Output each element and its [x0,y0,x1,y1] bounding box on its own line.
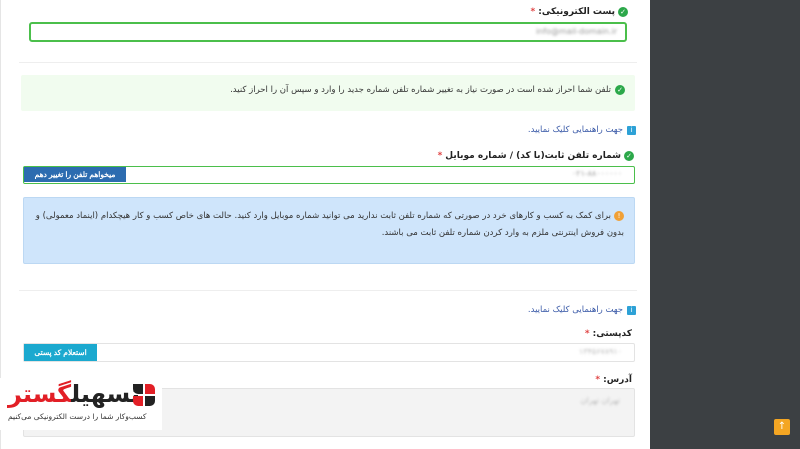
check-circle-icon: ✓ [624,151,634,161]
mobile-info-alert: !برای کمک به کسب و کارهای خرد در صورتی ک… [23,197,635,264]
info-alert-line2: بدون فروش اینترنتی ملزم به وارد کردن شما… [381,228,624,238]
info-alert-line1: برای کمک به کسب و کارهای خرد در صورتی که… [35,211,611,221]
brand-logo: تسهیلگستر کسب‌وکار شما را درست الکترونیک… [0,378,162,430]
logo-tagline: کسب‌وکار شما را درست الکترونیکی می‌کنیم [8,412,147,421]
logo-mark-icon [133,384,155,406]
guide-link[interactable]: i جهت راهنمایی کلیک نمایید. [528,125,636,135]
arrow-up-icon[interactable]: ↑ [774,419,790,435]
info-icon: i [627,305,636,315]
email-value: info@mail-domain.ir [535,27,617,36]
postal-inquiry-button[interactable]: استعلام کد پستی [24,344,97,361]
logo-wordmark: تسهیلگستر [8,380,140,408]
change-phone-button[interactable]: میخواهم تلفن را تغییر دهم [24,167,126,182]
postal-input[interactable]: ۱۳۴۵۶۷۸۹۱۰ [579,347,622,356]
postal-label: کدپستی: * [585,329,632,339]
check-circle-icon: ✓ [615,85,625,95]
info-icon: i [627,125,636,135]
email-field[interactable]: info@mail-domain.ir [29,22,627,42]
guide-link-text: جهت راهنمایی کلیک نمایید. [527,305,623,315]
phone-input-group: میخواهم تلفن را تغییر دهم ۰۲۱-۸۸۰۰۰۰۰۰ [23,166,635,184]
phone-verified-alert: ✓ تلفن شما احراز شده است در صورت نیاز به… [21,75,635,111]
check-circle-icon: ✓ [618,7,628,17]
address-value: تهران تهران [580,396,620,405]
phone-label: ✓ شماره تلفن ثابت(با کد) / شماره موبایل … [438,151,634,161]
divider [19,290,637,291]
required-mark: * [437,151,443,161]
email-label-text: پست الکترونیکی: [538,7,615,17]
guide-link-text: جهت راهنمایی کلیک نمایید. [527,125,623,135]
address-label-text: آدرس: [603,375,632,385]
required-mark: * [595,375,601,385]
postal-input-group: استعلام کد پستی ۱۳۴۵۶۷۸۹۱۰ [23,343,635,362]
verified-alert-text: تلفن شما احراز شده است در صورت نیاز به ت… [230,85,611,95]
address-label: آدرس: * [595,375,632,385]
phone-label-text: شماره تلفن ثابت(با کد) / شماره موبایل [445,151,621,161]
side-panel [650,0,800,449]
divider [19,62,637,63]
email-label: ✓ پست الکترونیکی: * [531,7,628,17]
required-mark: * [530,7,536,17]
guide-link[interactable]: i جهت راهنمایی کلیک نمایید. [528,305,636,315]
required-mark: * [584,329,590,339]
postal-label-text: کدپستی: [592,329,632,339]
phone-input[interactable]: ۰۲۱-۸۸۰۰۰۰۰۰ [572,169,622,178]
exclamation-icon: ! [614,210,624,221]
